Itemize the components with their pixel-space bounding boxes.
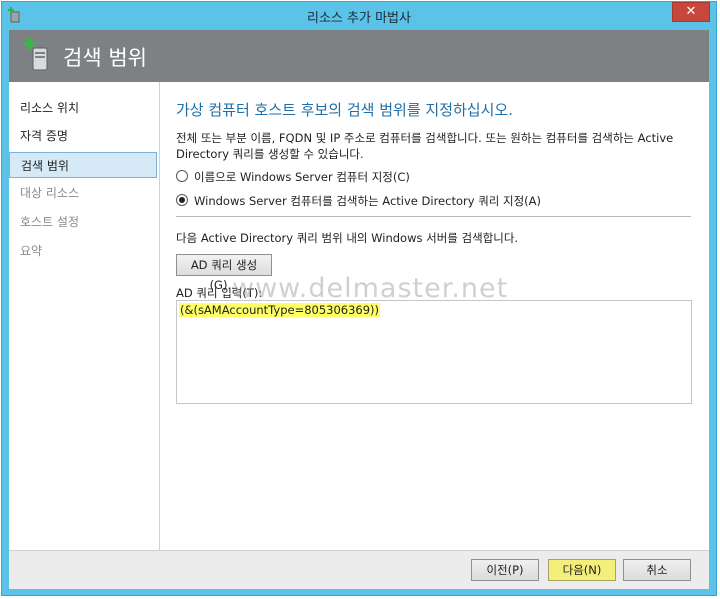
section-divider xyxy=(176,216,691,217)
wizard-footer: 이전(P) 다음(N) 취소 xyxy=(9,550,709,589)
content-heading: 가상 컴퓨터 호스트 후보의 검색 범위를 지정하십시오. xyxy=(176,101,513,119)
radio-unchecked-icon[interactable] xyxy=(176,170,188,182)
window-title: 리소스 추가 마법사 xyxy=(307,11,411,26)
radio-name-label: 이름으로 Windows Server 컴퓨터 지정(C) xyxy=(194,170,410,184)
server-add-icon xyxy=(24,38,52,72)
page-title: 검색 범위 xyxy=(63,46,147,70)
description-text: 전체 또는 부분 이름, FQDN 및 IP 주소로 컴퓨터를 검색합니다. 또… xyxy=(176,131,674,161)
next-button[interactable]: 다음(N) xyxy=(548,559,616,581)
search-scope-info: 다음 Active Directory 쿼리 범위 내의 Windows 서버를… xyxy=(176,231,519,245)
radio-specify-by-name[interactable]: 이름으로 Windows Server 컴퓨터 지정(C) xyxy=(176,169,410,185)
wizard-client: 검색 범위 리소스 위치 자격 증명 검색 범위 대상 리소스 호스트 설정 요… xyxy=(9,30,709,589)
sidebar-item-summary: 요약 xyxy=(20,244,43,258)
close-button[interactable]: ✕ xyxy=(672,2,710,22)
wizard-window: 리소스 추가 마법사 ✕ 검색 범위 리소스 위치 자격 증명 검색 범위 대상… xyxy=(1,1,717,596)
wizard-steps: 리소스 위치 자격 증명 검색 범위 대상 리소스 호스트 설정 요약 xyxy=(9,82,160,550)
back-button[interactable]: 이전(P) xyxy=(471,559,539,581)
ad-query-input[interactable]: (&(sAMAccountType=805306369)) xyxy=(176,300,692,404)
main-content: 가상 컴퓨터 호스트 후보의 검색 범위를 지정하십시오. 전체 또는 부분 이… xyxy=(160,82,709,550)
radio-ad-label: Windows Server 컴퓨터를 검색하는 Active Director… xyxy=(194,194,542,208)
sidebar-item-search-scope[interactable]: 검색 범위 xyxy=(9,152,157,178)
sidebar-item-credentials[interactable]: 자격 증명 xyxy=(9,123,158,149)
wizard-header: 검색 범위 xyxy=(9,30,709,82)
sidebar-item-resource-location[interactable]: 리소스 위치 xyxy=(9,95,158,121)
sidebar-item-target-resources: 대상 리소스 xyxy=(20,186,80,200)
sidebar-item-host-settings: 호스트 설정 xyxy=(20,215,80,229)
cancel-button[interactable]: 취소 xyxy=(623,559,691,581)
radio-ad-query[interactable]: Windows Server 컴퓨터를 검색하는 Active Director… xyxy=(176,193,541,209)
generate-ad-query-button[interactable]: AD 쿼리 생성(G)... xyxy=(176,254,272,292)
radio-checked-icon[interactable] xyxy=(176,194,188,206)
close-icon: ✕ xyxy=(685,4,697,19)
ad-query-value: (&(sAMAccountType=805306369)) xyxy=(179,303,381,317)
query-input-label: AD 쿼리 입력(T): xyxy=(176,286,263,300)
title-bar: 리소스 추가 마법사 ✕ xyxy=(2,2,716,30)
